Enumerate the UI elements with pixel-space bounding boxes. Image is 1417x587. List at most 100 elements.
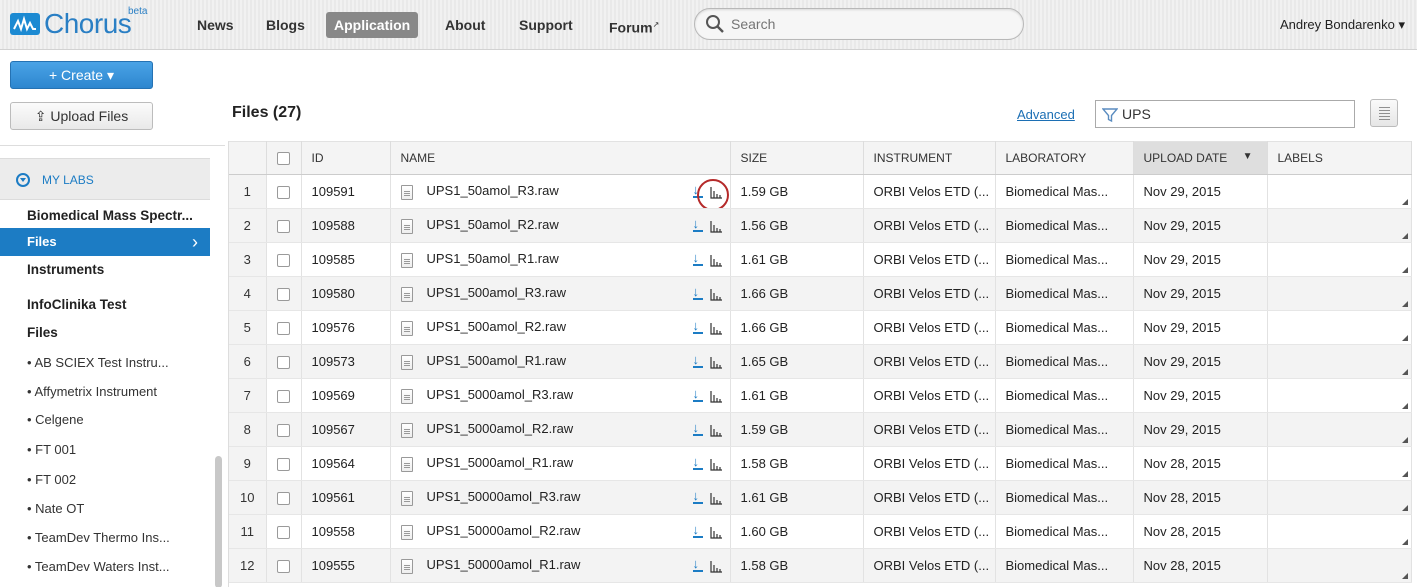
row-select-cell[interactable] — [266, 174, 302, 209]
chart-icon[interactable] — [709, 322, 722, 335]
file-name[interactable]: UPS1_50000amol_R1.raw — [427, 557, 581, 572]
cell-name[interactable]: UPS1_50amol_R1.raw — [390, 242, 731, 277]
chart-icon[interactable] — [709, 356, 722, 369]
table-row[interactable]: 2 109588 UPS1_50amol_R2.raw 1.56 GBORBI Vel… — [229, 208, 1412, 243]
sidebar-lab-infoclinika[interactable]: InfoClinika Test — [0, 291, 210, 319]
table-row[interactable]: 12 109555 UPS1_50000amol_R1.raw 1.58 GBORBI… — [229, 548, 1412, 583]
header-laboratory[interactable]: LABORATORY — [995, 141, 1134, 175]
sidebar-item-instruments[interactable]: Instruments — [0, 256, 210, 284]
chart-icon[interactable] — [696, 178, 729, 208]
row-select-cell[interactable] — [266, 480, 302, 515]
row-checkbox[interactable] — [277, 424, 290, 438]
upload-files-button[interactable]: ⇪ Upload Files — [10, 102, 153, 130]
file-name[interactable]: UPS1_500amol_R2.raw — [427, 319, 566, 334]
download-icon[interactable] — [690, 386, 706, 405]
cell-labels[interactable] — [1267, 548, 1412, 583]
row-checkbox[interactable] — [277, 526, 290, 540]
sidebar-instrument-ft002[interactable]: • FT 002 — [0, 466, 210, 494]
row-checkbox[interactable] — [277, 186, 290, 200]
file-name[interactable]: UPS1_50amol_R1.raw — [427, 251, 559, 266]
table-row[interactable]: 5 109576 UPS1_500amol_R2.raw 1.66 GBORBI Ve… — [229, 310, 1412, 345]
header-instrument[interactable]: INSTRUMENT — [863, 141, 996, 175]
sidebar-instrument-teamdev-waters[interactable]: • TeamDev Waters Inst... — [0, 553, 210, 581]
table-row[interactable]: 11 109558 UPS1_50000amol_R2.raw 1.60 GBORBI… — [229, 514, 1412, 549]
search-input[interactable] — [731, 14, 1011, 34]
cell-labels[interactable] — [1267, 412, 1412, 447]
sidebar-instrument-nate-ot[interactable]: • Nate OT — [0, 495, 210, 523]
file-name[interactable]: UPS1_500amol_R3.raw — [427, 285, 566, 300]
row-checkbox[interactable] — [277, 322, 290, 336]
chart-icon[interactable] — [709, 458, 722, 471]
table-row[interactable]: 4 109580 UPS1_500amol_R3.raw 1.66 GBORBI Ve… — [229, 276, 1412, 311]
cell-labels[interactable] — [1267, 242, 1412, 277]
table-row[interactable]: 7 109569 UPS1_5000amol_R3.raw 1.61 GBORBI V… — [229, 378, 1412, 413]
table-row[interactable]: 10 109561 UPS1_50000amol_R3.raw 1.61 GBORBI… — [229, 480, 1412, 515]
download-icon[interactable] — [690, 454, 706, 473]
file-name[interactable]: UPS1_50000amol_R3.raw — [427, 489, 581, 504]
sidebar-item-files[interactable]: Files — [0, 319, 210, 347]
chart-icon[interactable] — [709, 492, 722, 505]
row-select-cell[interactable] — [266, 344, 302, 379]
cell-name[interactable]: UPS1_50000amol_R1.raw — [390, 548, 731, 583]
chart-icon[interactable] — [709, 560, 722, 573]
table-row[interactable]: 3 109585 UPS1_50amol_R1.raw 1.61 GBORBI Vel… — [229, 242, 1412, 277]
nav-forum[interactable]: Forum↗ — [601, 12, 667, 38]
header-select-all[interactable] — [266, 141, 302, 175]
table-row[interactable]: 6 109573 UPS1_500amol_R1.raw 1.65 GBORBI Ve… — [229, 344, 1412, 379]
row-select-cell[interactable] — [266, 514, 302, 549]
chart-icon[interactable] — [709, 424, 722, 437]
row-checkbox[interactable] — [277, 458, 290, 472]
row-select-cell[interactable] — [266, 446, 302, 481]
file-name[interactable]: UPS1_50000amol_R2.raw — [427, 523, 581, 538]
row-select-cell[interactable] — [266, 310, 302, 345]
download-icon[interactable] — [690, 522, 706, 541]
cell-labels[interactable] — [1267, 514, 1412, 549]
row-checkbox[interactable] — [277, 220, 290, 234]
cell-labels[interactable] — [1267, 208, 1412, 243]
sidebar-lab-biomedical[interactable]: Biomedical Mass Spectr... — [0, 202, 210, 230]
create-button[interactable]: + Create ▾ — [10, 61, 153, 89]
header-id[interactable]: ID — [301, 141, 391, 175]
cell-labels[interactable] — [1267, 276, 1412, 311]
row-select-cell[interactable] — [266, 242, 302, 277]
file-name[interactable]: UPS1_5000amol_R1.raw — [427, 455, 574, 470]
cell-name[interactable]: UPS1_50000amol_R3.raw — [390, 480, 731, 515]
column-settings-button[interactable] — [1370, 99, 1398, 127]
header-labels[interactable]: LABELS — [1267, 141, 1412, 175]
cell-name[interactable]: UPS1_5000amol_R1.raw — [390, 446, 731, 481]
file-name[interactable]: UPS1_5000amol_R2.raw — [427, 421, 574, 436]
row-select-cell[interactable] — [266, 548, 302, 583]
sidebar-instrument-ab-sciex[interactable]: • AB SCIEX Test Instru... — [0, 349, 210, 377]
cell-name[interactable]: UPS1_5000amol_R3.raw — [390, 378, 731, 413]
chart-icon[interactable] — [709, 526, 722, 539]
sidebar-item-files-active[interactable]: Files › — [0, 228, 210, 256]
cell-labels[interactable] — [1267, 446, 1412, 481]
nav-support[interactable]: Support — [511, 12, 581, 38]
search-box[interactable] — [694, 8, 1024, 40]
cell-name[interactable]: UPS1_500amol_R2.raw — [390, 310, 731, 345]
row-select-cell[interactable] — [266, 208, 302, 243]
table-row[interactable]: 9 109564 UPS1_5000amol_R1.raw 1.58 GBORBI V… — [229, 446, 1412, 481]
cell-name[interactable]: UPS1_50amol_R3.raw — [390, 174, 731, 209]
nav-blogs[interactable]: Blogs — [258, 12, 313, 38]
sidebar-instrument-teamdev-thermo[interactable]: • TeamDev Thermo Ins... — [0, 524, 210, 552]
row-select-cell[interactable] — [266, 276, 302, 311]
download-icon[interactable] — [690, 556, 706, 575]
row-select-cell[interactable] — [266, 412, 302, 447]
row-checkbox[interactable] — [277, 254, 290, 268]
sidebar-instrument-celgene[interactable]: • Celgene — [0, 406, 210, 434]
nav-news[interactable]: News — [189, 12, 242, 38]
cell-labels[interactable] — [1267, 310, 1412, 345]
download-icon[interactable] — [690, 216, 706, 235]
user-menu[interactable]: Andrey Bondarenko ▾ — [1280, 17, 1405, 33]
cell-name[interactable]: UPS1_500amol_R3.raw — [390, 276, 731, 311]
filter-input[interactable] — [1122, 104, 1342, 124]
download-icon[interactable] — [690, 352, 706, 371]
download-icon[interactable] — [690, 318, 706, 337]
table-row[interactable]: 8 109567 UPS1_5000amol_R2.raw 1.59 GBORBI V… — [229, 412, 1412, 447]
cell-name[interactable]: UPS1_50000amol_R2.raw — [390, 514, 731, 549]
header-size[interactable]: SIZE — [730, 141, 864, 175]
cell-name[interactable]: UPS1_50amol_R2.raw — [390, 208, 731, 243]
cell-labels[interactable] — [1267, 344, 1412, 379]
header-name[interactable]: NAME — [390, 141, 731, 175]
